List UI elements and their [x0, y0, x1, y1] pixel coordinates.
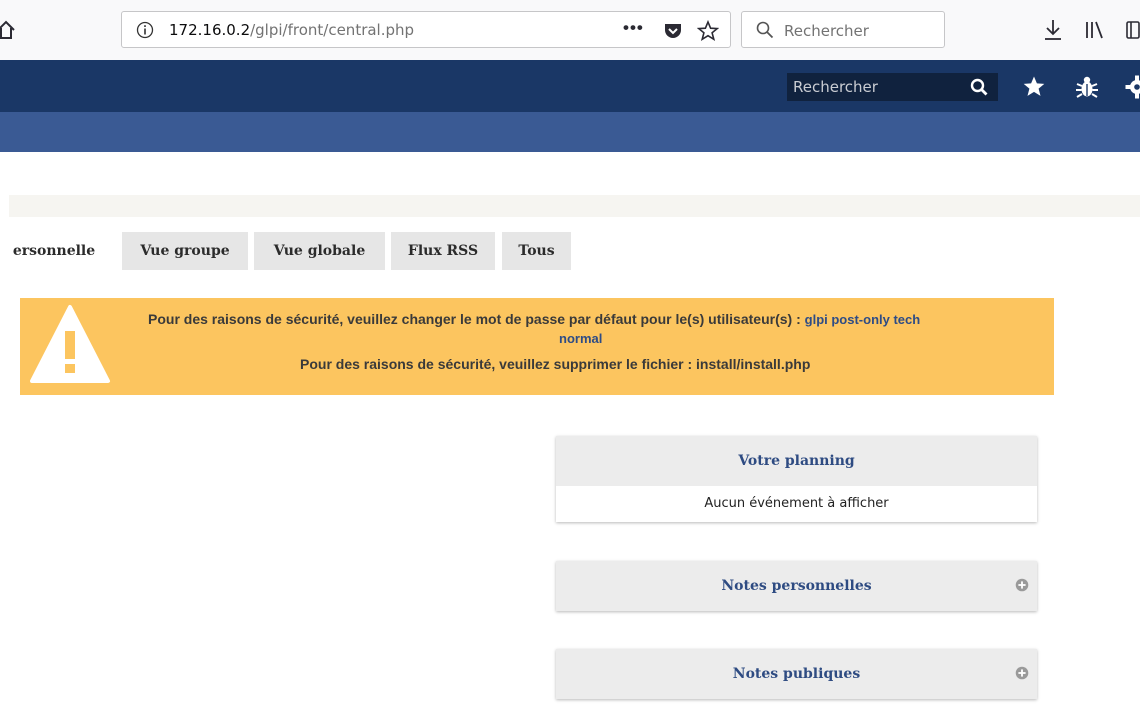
bug-icon[interactable]: [1075, 74, 1099, 100]
page: 172.16.0.2/glpi/front/central.php ••• Re…: [0, 0, 1140, 727]
page-actions-icon[interactable]: •••: [623, 18, 644, 38]
tab-vue-groupe[interactable]: Vue groupe: [122, 232, 248, 270]
security-warning: Pour des raisons de sécurité, veuillez c…: [20, 298, 1054, 395]
url-text[interactable]: 172.16.0.2/glpi/front/central.php: [169, 21, 414, 39]
browser-search-placeholder: Rechercher: [784, 22, 869, 40]
warning-password-text: Pour des raisons de sécurité, veuillez c…: [148, 311, 801, 327]
add-public-note-icon[interactable]: [1015, 666, 1029, 680]
browser-toolbar: 172.16.0.2/glpi/front/central.php ••• Re…: [0, 0, 1140, 60]
address-bar[interactable]: 172.16.0.2/glpi/front/central.php •••: [121, 11, 731, 48]
url-host: 172.16.0.2: [169, 21, 251, 39]
public-notes-title: Notes publiques: [732, 666, 861, 682]
tab-vue-globale[interactable]: Vue globale: [254, 232, 385, 270]
sub-header: [0, 112, 1140, 152]
public-notes-panel: Notes publiques: [556, 649, 1037, 699]
info-icon[interactable]: [136, 21, 154, 39]
default-password-user-normal[interactable]: normal: [559, 331, 602, 346]
search-icon: [756, 21, 774, 39]
top-header: Rechercher: [0, 60, 1140, 112]
sidebar-icon[interactable]: [1124, 19, 1140, 41]
warning-install-line: Pour des raisons de sécurité, veuillez s…: [300, 356, 811, 372]
url-path: /glpi/front/central.php: [250, 21, 415, 39]
star-icon[interactable]: [1022, 75, 1046, 99]
pocket-icon[interactable]: [663, 21, 683, 41]
home-icon[interactable]: [0, 18, 20, 42]
tab-tous[interactable]: Tous: [502, 232, 571, 270]
planning-empty-message: Aucun événement à afficher: [556, 486, 1037, 522]
download-icon[interactable]: [1043, 19, 1063, 41]
browser-search-bar[interactable]: Rechercher: [741, 11, 945, 48]
library-icon[interactable]: [1084, 19, 1106, 41]
warning-password-line: Pour des raisons de sécurité, veuillez c…: [148, 311, 920, 327]
breadcrumb: [9, 195, 1140, 217]
tab-vue-personnelle[interactable]: ersonnelle: [0, 232, 108, 270]
search-icon[interactable]: [970, 78, 988, 96]
planning-panel: Votre planning Aucun événement à affiche…: [556, 436, 1037, 522]
planning-title[interactable]: Votre planning: [556, 453, 1037, 469]
bookmark-star-icon[interactable]: [696, 19, 720, 42]
default-password-users[interactable]: glpi post-only tech: [805, 312, 921, 327]
add-personal-note-icon[interactable]: [1015, 578, 1029, 592]
warning-icon: [28, 301, 112, 385]
gear-icon[interactable]: [1124, 74, 1140, 100]
personal-notes-title: Notes personnelles: [721, 578, 872, 594]
tab-flux-rss[interactable]: Flux RSS: [391, 232, 495, 270]
personal-notes-panel: Notes personnelles: [556, 561, 1037, 611]
glpi-search-placeholder: Rechercher: [793, 78, 878, 96]
glpi-search-box[interactable]: Rechercher: [787, 73, 998, 101]
